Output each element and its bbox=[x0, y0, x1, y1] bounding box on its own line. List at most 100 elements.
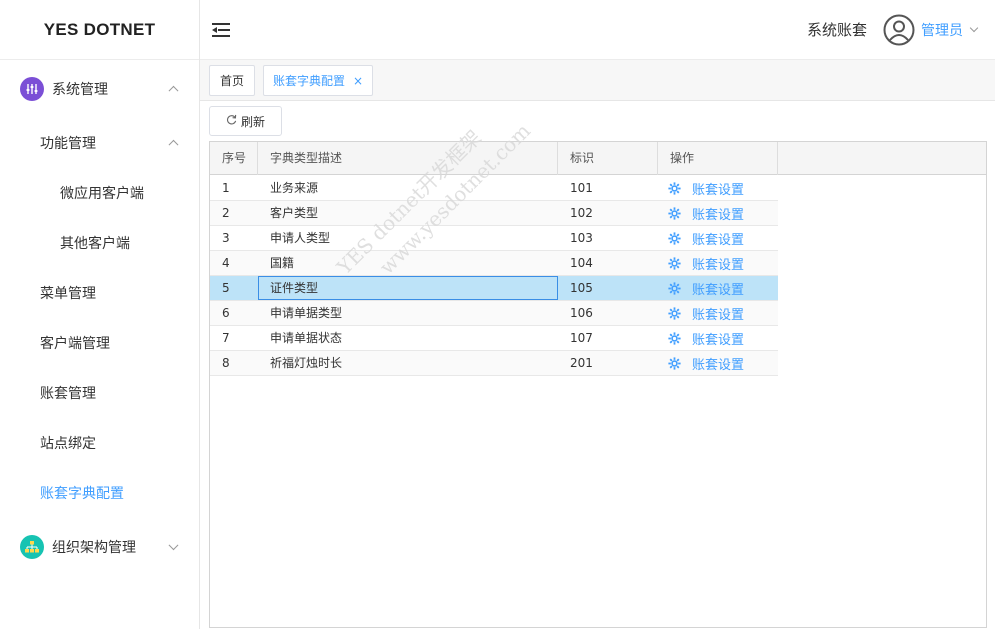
sidebar-item-client-management[interactable]: 客户端管理 bbox=[0, 318, 199, 368]
action-label: 账套设置 bbox=[692, 332, 745, 348]
sidebar-item-label: 系统管理 bbox=[52, 82, 108, 98]
gear-icon bbox=[668, 256, 687, 270]
table-row[interactable]: 5 证件类型 105 账套设置 bbox=[210, 276, 778, 301]
cell-no: 4 bbox=[222, 256, 230, 270]
sidebar-item-label: 站点绑定 bbox=[40, 436, 96, 452]
column-header-action[interactable]: 操作 bbox=[658, 142, 778, 175]
table-row[interactable]: 2 客户类型 102 账套设置 bbox=[210, 201, 778, 226]
tabs-bar: 首页 账套字典配置 × bbox=[200, 60, 995, 101]
gear-icon bbox=[668, 206, 687, 220]
cell-code: 101 bbox=[570, 181, 593, 195]
table-row[interactable]: 7 申请单据状态 107 账套设置 bbox=[210, 326, 778, 351]
gear-icon bbox=[668, 281, 687, 295]
cell-code: 102 bbox=[570, 206, 593, 220]
chevron-up-icon bbox=[168, 139, 179, 150]
gear-icon bbox=[668, 181, 687, 195]
user-name[interactable]: 管理员 bbox=[921, 20, 963, 40]
close-icon[interactable]: × bbox=[353, 74, 363, 88]
sidebar-item-label: 菜单管理 bbox=[40, 286, 96, 302]
cell-description[interactable]: 证件类型 bbox=[258, 276, 558, 300]
cell-no: 2 bbox=[222, 206, 230, 220]
sidebar-item-label: 账套字典配置 bbox=[40, 486, 124, 502]
cell-description[interactable]: 国籍 bbox=[258, 251, 558, 275]
gear-icon bbox=[668, 331, 687, 345]
cell-description[interactable]: 客户类型 bbox=[258, 201, 558, 225]
table-row[interactable]: 3 申请人类型 103 账套设置 bbox=[210, 226, 778, 251]
sidebar-item-account-dictionary-config[interactable]: 账套字典配置 bbox=[0, 468, 199, 518]
account-setting-link[interactable]: 账套设置 bbox=[668, 176, 744, 200]
table-row[interactable]: 4 国籍 104 账套设置 bbox=[210, 251, 778, 276]
column-header-code[interactable]: 标识 bbox=[558, 142, 658, 175]
sidebar-item-label: 组织架构管理 bbox=[52, 540, 136, 556]
sidebar-item-org-structure[interactable]: 组织架构管理 bbox=[0, 518, 199, 576]
account-set-button[interactable]: 系统账套 bbox=[807, 19, 867, 40]
cell-code: 106 bbox=[570, 306, 593, 320]
sidebar-item-account-set-management[interactable]: 账套管理 bbox=[0, 368, 199, 418]
cell-code: 107 bbox=[570, 331, 593, 345]
gear-icon bbox=[668, 306, 687, 320]
tab-account-dictionary-config[interactable]: 账套字典配置 × bbox=[263, 65, 373, 96]
tab-home[interactable]: 首页 bbox=[209, 65, 255, 96]
sidebar-item-menu-management[interactable]: 菜单管理 bbox=[0, 268, 199, 318]
menu-collapse-icon[interactable] bbox=[212, 22, 232, 38]
cell-no: 1 bbox=[222, 181, 230, 195]
action-label: 账套设置 bbox=[692, 307, 745, 323]
user-avatar-icon[interactable] bbox=[883, 14, 915, 46]
cell-description[interactable]: 申请单据类型 bbox=[258, 301, 558, 325]
sidebar-item-other-client[interactable]: 其他客户端 bbox=[0, 218, 199, 268]
column-header-description[interactable]: 字典类型描述 bbox=[258, 142, 558, 175]
cell-description[interactable]: 申请单据状态 bbox=[258, 326, 558, 350]
action-label: 账套设置 bbox=[692, 232, 745, 248]
account-setting-link[interactable]: 账套设置 bbox=[668, 301, 744, 325]
action-label: 账套设置 bbox=[692, 182, 745, 198]
sidebar-item-label: 微应用客户端 bbox=[60, 186, 144, 202]
cell-no: 6 bbox=[222, 306, 230, 320]
gear-icon bbox=[668, 231, 687, 245]
cell-no: 7 bbox=[222, 331, 230, 345]
action-label: 账套设置 bbox=[692, 257, 745, 273]
tab-label: 首页 bbox=[219, 74, 244, 88]
table-row[interactable]: 6 申请单据类型 106 账套设置 bbox=[210, 301, 778, 326]
brand-logo: YES DOTNET bbox=[0, 0, 199, 60]
sidebar-item-system-management[interactable]: 系统管理 bbox=[0, 60, 199, 118]
chevron-down-icon[interactable] bbox=[969, 23, 979, 32]
account-setting-link[interactable]: 账套设置 bbox=[668, 351, 744, 375]
app-window: YES DOTNET 系统管理 功能管理 微应用客户端 其他客户端 菜单管理 客… bbox=[0, 0, 995, 629]
cell-no: 8 bbox=[222, 356, 230, 370]
sidebar-item-label: 其他客户端 bbox=[60, 236, 130, 252]
action-label: 账套设置 bbox=[692, 357, 745, 373]
sidebar-item-label: 账套管理 bbox=[40, 386, 96, 402]
cell-code: 103 bbox=[570, 231, 593, 245]
chevron-up-icon bbox=[168, 85, 179, 96]
tab-label: 账套字典配置 bbox=[272, 74, 345, 88]
sidebar-item-function-management[interactable]: 功能管理 bbox=[0, 118, 199, 168]
cell-description[interactable]: 业务来源 bbox=[258, 176, 558, 200]
account-setting-link[interactable]: 账套设置 bbox=[668, 226, 744, 250]
sidebar-item-label: 功能管理 bbox=[40, 136, 96, 152]
action-label: 账套设置 bbox=[692, 207, 745, 223]
account-setting-link[interactable]: 账套设置 bbox=[668, 251, 744, 275]
refresh-icon bbox=[226, 114, 237, 128]
gear-icon bbox=[668, 356, 687, 370]
sidebar-item-label: 客户端管理 bbox=[40, 336, 110, 352]
action-label: 账套设置 bbox=[692, 282, 745, 298]
header-right: 系统账套 管理员 bbox=[807, 14, 995, 46]
cell-no: 5 bbox=[222, 281, 230, 295]
column-header-no[interactable]: 序号 bbox=[210, 142, 258, 175]
sliders-icon bbox=[20, 77, 44, 101]
account-setting-link[interactable]: 账套设置 bbox=[668, 201, 744, 225]
sidebar-item-micro-app-client[interactable]: 微应用客户端 bbox=[0, 168, 199, 218]
table-row[interactable]: 8 祈福灯烛时长 201 账套设置 bbox=[210, 351, 778, 376]
cell-description[interactable]: 申请人类型 bbox=[258, 226, 558, 250]
chevron-down-icon bbox=[168, 540, 179, 551]
cell-description[interactable]: 祈福灯烛时长 bbox=[258, 351, 558, 375]
table-row[interactable]: 1 业务来源 101 账套设置 bbox=[210, 176, 778, 201]
refresh-label: 刷新 bbox=[240, 114, 265, 129]
top-header: 系统账套 管理员 bbox=[200, 0, 995, 60]
refresh-button[interactable]: 刷新 bbox=[209, 106, 282, 136]
account-setting-link[interactable]: 账套设置 bbox=[668, 326, 744, 350]
cell-code: 201 bbox=[570, 356, 593, 370]
sidebar-item-site-binding[interactable]: 站点绑定 bbox=[0, 418, 199, 468]
account-setting-link[interactable]: 账套设置 bbox=[668, 276, 744, 300]
org-chart-icon bbox=[20, 535, 44, 559]
